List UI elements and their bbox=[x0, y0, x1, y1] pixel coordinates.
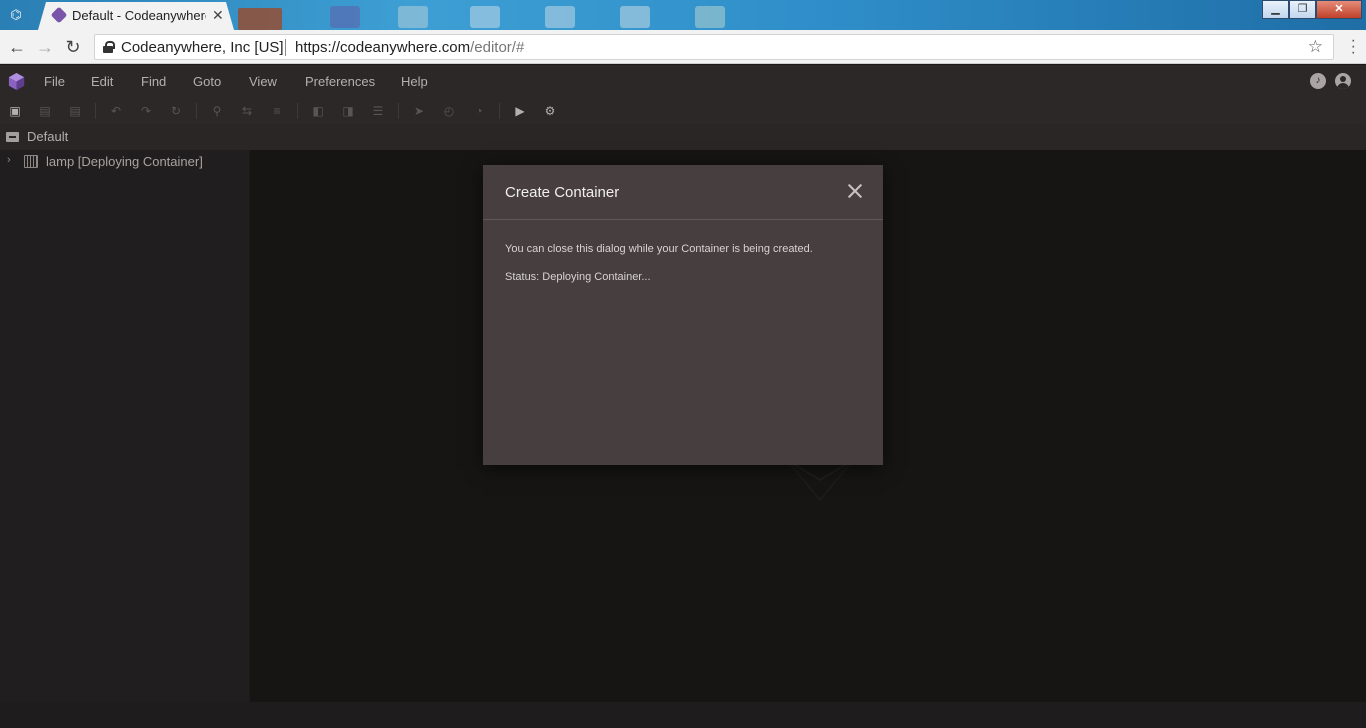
codeanywhere-favicon-icon bbox=[50, 6, 68, 24]
dialog-title: Create Container bbox=[505, 184, 620, 201]
save-all-icon[interactable]: ▤ bbox=[68, 104, 82, 118]
run-play-icon[interactable]: ▶ bbox=[513, 104, 527, 118]
address-bar[interactable]: Codeanywhere, Inc [US] https://codeanywh… bbox=[94, 34, 1334, 60]
lock-icon bbox=[103, 41, 115, 53]
revert-icon[interactable]: ↻ bbox=[169, 104, 183, 118]
user-avatar-icon[interactable] bbox=[1335, 73, 1351, 89]
close-window-button[interactable]: ✕ bbox=[1316, 0, 1362, 19]
url-path: /editor/# bbox=[470, 39, 525, 56]
create-container-dialog: Create Container You can close this dial… bbox=[483, 165, 883, 465]
history-icon[interactable]: ◴ bbox=[442, 104, 456, 118]
wrap-icon[interactable]: ≡ bbox=[270, 104, 284, 118]
project-box-icon bbox=[6, 132, 19, 142]
close-icon[interactable] bbox=[846, 182, 864, 200]
server-icon bbox=[24, 155, 38, 168]
menu-find[interactable]: Find bbox=[141, 74, 166, 89]
menu-goto[interactable]: Goto bbox=[193, 74, 221, 89]
project-header[interactable]: Default bbox=[0, 124, 1366, 150]
share-icon[interactable]: ➤ bbox=[412, 104, 426, 118]
maximize-button[interactable]: ❐ bbox=[1289, 0, 1316, 19]
menu-edit[interactable]: Edit bbox=[91, 74, 113, 89]
menu-preferences[interactable]: Preferences bbox=[305, 74, 375, 89]
site-identity[interactable]: Codeanywhere, Inc [US] bbox=[121, 39, 284, 56]
browser-tabstrip: ⌬ Default - Codeanywhere ✕ ▁ ❐ ✕ bbox=[0, 0, 1366, 30]
toolbar-divider bbox=[297, 103, 298, 119]
browser-tab-active[interactable]: Default - Codeanywhere ✕ bbox=[38, 2, 234, 30]
window-controls: ▁ ❐ ✕ bbox=[1262, 0, 1362, 20]
dialog-status-text: Status: Deploying Container... bbox=[505, 271, 651, 283]
dialog-header: Create Container bbox=[483, 165, 883, 220]
chevron-right-icon[interactable]: › bbox=[7, 154, 11, 166]
search-icon[interactable]: ⚲ bbox=[210, 104, 224, 118]
browser-toolbar: ← → ↻ Codeanywhere, Inc [US] https://cod… bbox=[0, 30, 1366, 64]
minimize-button[interactable]: ▁ bbox=[1262, 0, 1289, 19]
split-left-icon[interactable]: ◧ bbox=[311, 104, 325, 118]
background-icon bbox=[545, 6, 575, 28]
list-icon[interactable]: ☰ bbox=[371, 104, 385, 118]
tab-close-icon[interactable]: ✕ bbox=[212, 7, 224, 24]
background-icon bbox=[398, 6, 428, 28]
background-icon bbox=[470, 6, 500, 28]
replace-icon[interactable]: ⇆ bbox=[240, 104, 254, 118]
container-label: lamp [Deploying Container] bbox=[46, 154, 203, 169]
background-icon bbox=[330, 6, 360, 28]
toolbar-divider bbox=[95, 103, 96, 119]
notifications-bell-icon[interactable]: ♪ bbox=[1310, 73, 1326, 89]
toolbar-divider bbox=[398, 103, 399, 119]
forward-arrow-icon[interactable]: → bbox=[34, 36, 56, 58]
app-menubar: File Edit Find Goto View Preferences Hel… bbox=[0, 65, 1366, 98]
toolbar-divider bbox=[499, 103, 500, 119]
file-tree-sidebar: Default › lamp [Deploying Container] bbox=[0, 124, 1366, 702]
back-arrow-icon[interactable]: ← bbox=[6, 36, 28, 58]
tab-title: Default - Codeanywhere bbox=[72, 8, 206, 23]
chrome-menu-icon[interactable]: · · · bbox=[1351, 33, 1356, 61]
url-text[interactable]: https://codeanywhere.com/editor/# bbox=[295, 39, 524, 56]
background-icon bbox=[620, 6, 650, 28]
project-name: Default bbox=[27, 129, 69, 144]
split-right-icon[interactable]: ◨ bbox=[341, 104, 355, 118]
url-host: https://codeanywhere.com bbox=[295, 39, 471, 56]
browser-tab-background[interactable] bbox=[238, 8, 282, 30]
incognito-icon[interactable]: ⌬ bbox=[6, 5, 26, 25]
status-bar bbox=[0, 702, 1366, 728]
codeanywhere-logo-icon[interactable] bbox=[7, 72, 26, 91]
toolbar-divider bbox=[196, 103, 197, 119]
divider bbox=[285, 39, 286, 56]
undo-icon[interactable]: ↶ bbox=[109, 104, 123, 118]
menu-file[interactable]: File bbox=[44, 74, 65, 89]
reload-icon[interactable]: ↻ bbox=[62, 36, 84, 58]
background-icon bbox=[695, 6, 725, 28]
editor-toolbar: ▣ ▤ ▤ ↶ ↷ ↻ ⚲ ⇆ ≡ ◧ ◨ ☰ ➤ ◴ ◔ ▶ ⚙ bbox=[0, 98, 1366, 124]
bookmark-star-icon[interactable]: ☆ bbox=[1308, 37, 1323, 57]
revision-icon[interactable]: ◔ bbox=[472, 104, 486, 118]
save-icon[interactable]: ▤ bbox=[38, 104, 52, 118]
dialog-message: You can close this dialog while your Con… bbox=[505, 243, 813, 255]
menu-help[interactable]: Help bbox=[401, 74, 428, 89]
new-file-icon[interactable]: ▣ bbox=[8, 104, 22, 118]
redo-icon[interactable]: ↷ bbox=[139, 104, 153, 118]
settings-gear-icon[interactable]: ⚙ bbox=[543, 104, 557, 118]
menu-view[interactable]: View bbox=[249, 74, 277, 89]
container-tree-item[interactable]: › lamp [Deploying Container] bbox=[0, 152, 249, 172]
